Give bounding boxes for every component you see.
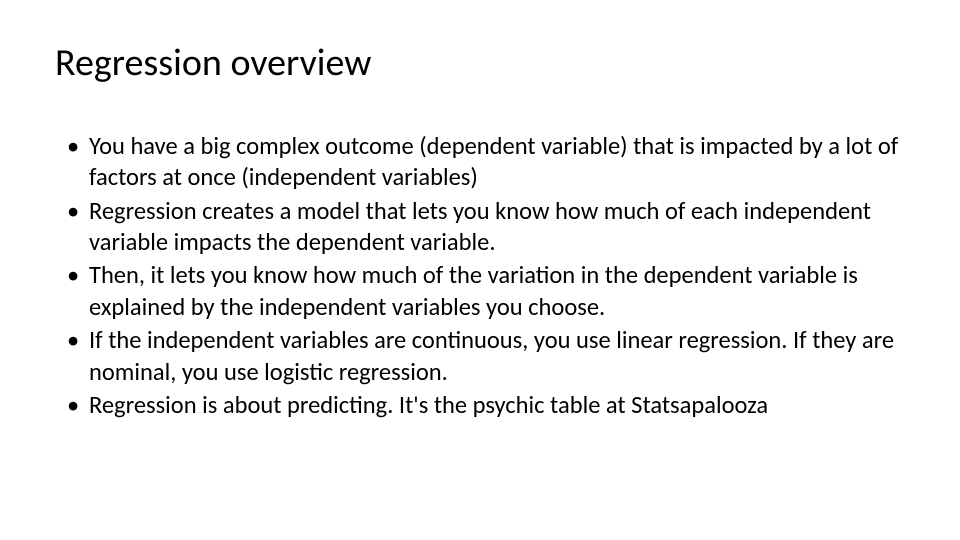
bullet-item: Regression is about predicting. It's the… xyxy=(67,390,905,421)
slide-title: Regression overview xyxy=(55,40,905,86)
bullet-item: Then, it lets you know how much of the v… xyxy=(67,260,905,323)
bullet-item: Regression creates a model that lets you… xyxy=(67,196,905,259)
bullet-item: You have a big complex outcome (dependen… xyxy=(67,131,905,194)
bullet-item: If the independent variables are continu… xyxy=(67,325,905,388)
bullet-list: You have a big complex outcome (dependen… xyxy=(55,131,905,421)
